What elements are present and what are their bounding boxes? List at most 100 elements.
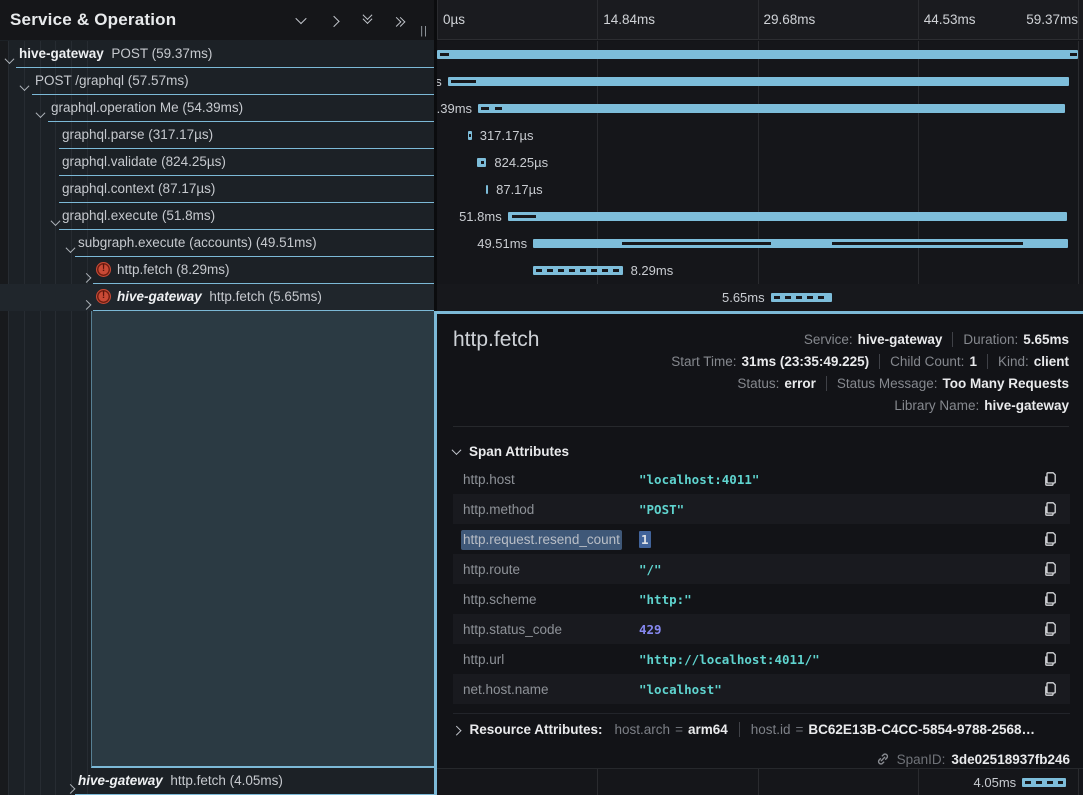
child-span-mark [832,242,1023,245]
span-bar[interactable] [478,104,1065,113]
tree-row-label: graphql.execute (51.8ms) [62,208,215,223]
panel-resize-handle[interactable]: || [420,25,428,37]
timeline-rows: 57.57ms54.39ms317.17µs824.25µs87.17µs51.… [437,41,1083,311]
copy-icon[interactable] [1043,471,1058,487]
tree-row[interactable]: graphql.context (87.17µs) [0,176,434,203]
chevron-right-icon[interactable] [83,267,90,285]
span-bar[interactable] [477,158,486,167]
tree-row[interactable]: hive-gateway POST (59.37ms) [0,41,434,68]
link-icon[interactable] [876,752,890,766]
span-detail-panel: http.fetch Service:hive-gatewayDuration:… [437,311,1083,768]
attribute-value: "localhost:4011" [639,472,759,487]
attribute-value: "localhost" [639,682,722,697]
double-chevron-right-icon[interactable] [392,12,408,28]
tree-row-label: graphql.validate (824.25µs) [62,154,226,169]
meta-divider [952,332,953,347]
tree-row[interactable]: hive-gateway http.fetch (4.05ms) [0,768,434,795]
attribute-row: http.request.resend_count1 [453,524,1070,554]
copy-icon[interactable] [1043,681,1058,697]
equals-sign: = [796,722,804,737]
chevron-down-icon [452,445,462,455]
service-operation-panel: Service & Operation || hive-gateway POST… [0,0,434,795]
resource-value: BC62E13B-C4CC-5854-9788-2568… [808,722,1035,737]
tick-label: 0µs [443,12,465,27]
attribute-key: http.status_code [453,622,639,637]
chevron-down-icon[interactable] [293,12,309,28]
chevron-right-icon [452,726,461,735]
span-bar[interactable] [448,77,1070,86]
spanid-value: 3de02518937fb246 [951,752,1070,767]
tree-row[interactable]: !http.fetch (8.29ms) [0,257,434,284]
copy-icon[interactable] [1043,561,1058,577]
chevron-right-icon[interactable] [326,12,342,28]
meta-label: Service: [804,332,853,347]
copy-icon[interactable] [1043,591,1058,607]
chevron-right-icon[interactable] [67,778,74,795]
child-span-mark [481,161,484,164]
span-bar[interactable] [437,50,1078,59]
tree-row[interactable]: graphql.parse (317.17µs) [0,122,434,149]
meta-value: 31ms (23:35:49.225) [742,354,870,369]
meta-label: Kind: [998,354,1029,369]
tree-row[interactable]: graphql.execute (51.8ms) [0,203,434,230]
tree-row[interactable]: subgraph.execute (accounts) (49.51ms) [0,230,434,257]
trace-viewer: Service & Operation || hive-gateway POST… [0,0,1083,795]
tree-row[interactable]: !hive-gateway http.fetch (5.65ms) [0,284,434,311]
child-span-mark [451,80,476,83]
meta-label: Status: [737,376,779,391]
span-bar[interactable] [533,266,623,275]
meta-value: 1 [969,354,977,369]
meta-line: Start Time: 31ms (23:35:49.225) Child Coun… [671,350,1069,372]
meta-divider [826,376,827,391]
chevron-down-icon[interactable] [67,240,74,258]
chevron-down-icon[interactable] [21,78,28,96]
gridline [758,769,759,795]
tree-row[interactable]: graphql.operation Me (54.39ms) [0,95,434,122]
span-bar[interactable] [533,239,1068,248]
tree-row[interactable]: POST /graphql (57.57ms) [0,68,434,95]
attribute-row: http.route"/" [453,554,1070,584]
tree-row-label: subgraph.execute (accounts) (49.51ms) [78,235,317,250]
copy-icon[interactable] [1043,531,1058,547]
tree-toolbar [293,0,408,40]
child-span-mark [1070,53,1076,56]
span-attributes-table: http.host"localhost:4011"http.method"POS… [453,464,1070,704]
tree-row-label: http.fetch (8.29ms) [117,262,230,277]
gridline [597,769,598,795]
copy-icon[interactable] [1043,501,1058,517]
span-bar[interactable] [1022,778,1066,787]
span-meta: Service:hive-gatewayDuration:5.65msStart… [671,328,1069,416]
meta-line: Service:hive-gatewayDuration:5.65ms [804,328,1069,350]
tick-label: 59.37ms [1026,12,1078,27]
panel-title: Service & Operation [10,10,176,30]
chevron-down-icon[interactable] [6,51,13,69]
meta-label: Start Time: [671,354,736,369]
copy-icon[interactable] [1043,651,1058,667]
span-bar[interactable] [486,185,488,194]
attribute-value: "http:" [639,592,692,607]
meta-label: Child Count: [890,354,964,369]
span-duration-label: 57.57ms [437,74,442,89]
span-bar[interactable] [508,212,1067,221]
span-duration-label: 87.17µs [496,182,543,197]
resource-attributes-row[interactable]: Resource Attributes: host.arch=arm64host… [453,713,1070,745]
tree-row[interactable]: graphql.validate (824.25µs) [0,149,434,176]
meta-line: Library Name:hive-gateway [894,394,1069,416]
equals-sign: = [675,722,683,737]
chevron-down-icon[interactable] [37,105,44,123]
left-panel-header: Service & Operation || [0,0,434,40]
chevron-down-icon[interactable] [52,213,59,231]
double-chevron-down-icon[interactable] [359,12,375,28]
gridline [758,0,759,40]
attribute-key: http.request.resend_count [453,532,639,547]
chevron-right-icon[interactable] [83,294,90,312]
span-attributes-header[interactable]: Span Attributes [453,444,569,459]
gridline [1078,0,1079,40]
meta-value: hive-gateway [984,398,1069,413]
span-bar[interactable] [468,131,471,140]
tree-row-label: graphql.context (87.17µs) [62,181,215,196]
span-bar[interactable] [771,293,832,302]
copy-icon[interactable] [1043,621,1058,637]
meta-label: Status Message: [837,376,938,391]
span-duration-label: 4.05ms [974,775,1017,790]
